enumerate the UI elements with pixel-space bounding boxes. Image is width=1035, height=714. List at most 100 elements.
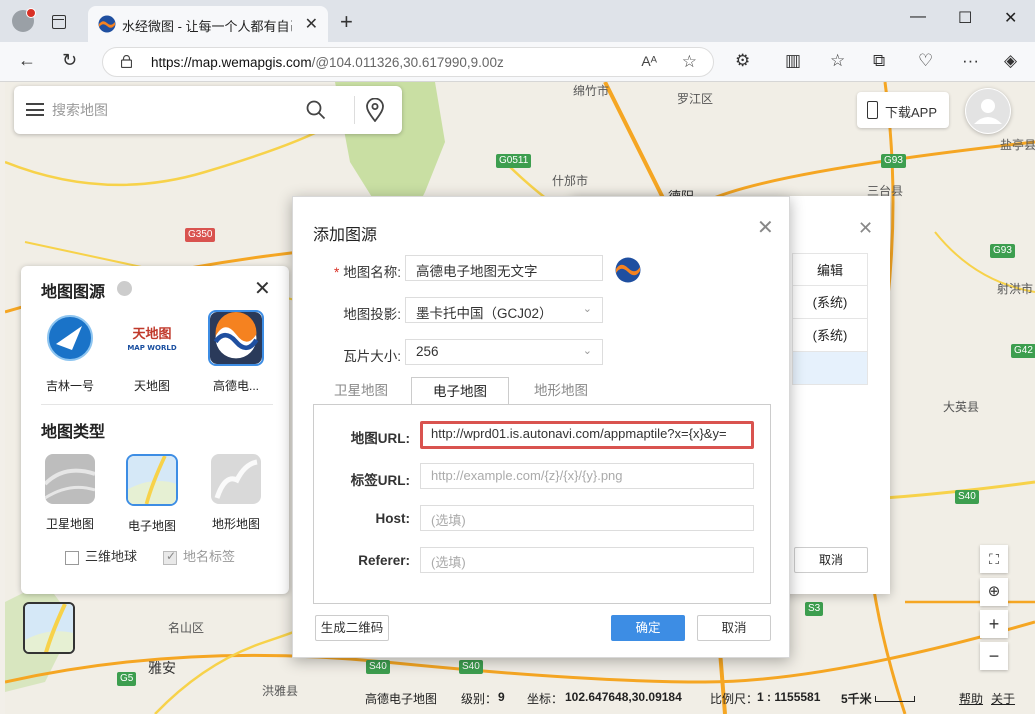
wemap-favicon-icon <box>98 15 116 33</box>
edge-copilot-icon[interactable]: ◈ <box>1004 51 1017 71</box>
browser-tab-bar: 水经微图 - 让每一个人都有自己的 ✕ + — ☐ ✕ <box>0 0 1035 42</box>
tab-satellite[interactable]: 卫星地图 <box>313 377 409 405</box>
projection-select[interactable]: 墨卡托中国（GCJ02） ⌄ <box>405 297 603 323</box>
tianditu-logo-icon: 天地图 MAP WORLD <box>127 326 176 352</box>
favorites-icon[interactable]: ☆ <box>830 51 845 71</box>
checkbox-place-labels[interactable] <box>163 549 177 565</box>
globe-icon <box>117 281 132 296</box>
new-tab-icon[interactable]: + <box>340 9 353 35</box>
table-row[interactable]: (系统) <box>792 319 868 352</box>
map-label: 罗江区 <box>677 92 714 106</box>
road-shield: S40 <box>955 490 979 504</box>
map-type-terrain[interactable]: 地形地图 <box>201 454 271 532</box>
search-icon[interactable] <box>306 100 326 120</box>
tab-electronic[interactable]: 电子地图 <box>411 377 509 405</box>
minimap-thumb-icon <box>25 604 73 652</box>
road-shield: G0511 <box>496 154 532 168</box>
host-label: Host: <box>375 511 411 526</box>
map-label: 雅安 <box>148 660 176 676</box>
place-labels-checkbox[interactable]: 地名标签 <box>163 546 235 565</box>
about-link[interactable]: 关于 <box>991 690 1015 707</box>
map-label: 名山区 <box>168 621 205 635</box>
gaode-logo-icon <box>208 310 264 366</box>
close-icon[interactable]: ✕ <box>254 276 271 301</box>
status-map-name: 高德电子地图 <box>365 692 438 706</box>
source-table: 编辑 (系统) (系统) <box>792 253 868 385</box>
cancel-button[interactable]: 取消 <box>697 615 771 641</box>
browser-tab[interactable]: 水经微图 - 让每一个人都有自己的 ✕ <box>88 6 328 42</box>
map-label: 洪雅县 <box>262 684 299 698</box>
source-jilin1[interactable]: 吉林一号 <box>35 310 105 394</box>
download-app-button[interactable]: 下载APP <box>857 92 949 128</box>
tab-actions-icon[interactable] <box>52 15 66 29</box>
map-type-electronic[interactable]: 电子地图 <box>117 454 187 534</box>
jilin1-logo-icon <box>47 315 93 361</box>
map-type-label: 卫星地图 <box>45 517 94 531</box>
tab-terrain[interactable]: 地形地图 <box>513 377 609 405</box>
more-menu-icon[interactable]: ··· <box>962 51 979 71</box>
generate-qr-button[interactable]: 生成二维码 <box>315 615 389 641</box>
locate-icon[interactable]: ⊕ <box>980 578 1008 606</box>
svg-text:天地图: 天地图 <box>132 326 171 342</box>
status-level-label: 级别： <box>461 692 498 706</box>
menu-icon[interactable] <box>26 103 44 116</box>
source-gaode[interactable]: 高德电... <box>201 310 271 394</box>
table-row[interactable]: (系统) <box>792 286 868 319</box>
chevron-down-icon: ⌄ <box>582 303 592 315</box>
source-label: 吉林一号 <box>45 379 94 393</box>
zoom-in-icon[interactable]: + <box>980 610 1008 638</box>
map-label: 射洪市 <box>997 282 1034 296</box>
back-icon[interactable]: ← <box>18 50 36 71</box>
close-icon[interactable]: ✕ <box>858 218 873 239</box>
tab-close-icon[interactable]: ✕ <box>305 14 318 34</box>
favorite-star-icon[interactable]: ☆ <box>682 52 697 72</box>
globe-3d-label: 三维地球 <box>85 549 138 564</box>
host-input[interactable]: (选填) <box>420 505 754 531</box>
maximize-icon[interactable]: ☐ <box>958 8 972 28</box>
referer-input[interactable]: (选填) <box>420 547 754 573</box>
terrain-thumb-icon <box>211 454 261 504</box>
source-label: 天地图 <box>133 379 170 393</box>
map-label: 绵竹市 <box>573 84 610 98</box>
minimize-icon[interactable]: — <box>910 8 926 26</box>
search-divider <box>354 96 355 124</box>
zoom-out-icon[interactable]: − <box>980 642 1008 670</box>
refresh-icon[interactable]: ↻ <box>62 50 77 71</box>
dialog-title: 添加图源 <box>313 227 378 244</box>
globe-3d-checkbox[interactable]: 三维地球 <box>65 546 137 565</box>
table-header-edit: 编辑 <box>792 253 868 286</box>
close-window-icon[interactable]: ✕ <box>1004 8 1017 28</box>
basemap-switch-thumbnail[interactable] <box>23 602 75 654</box>
map-type-satellite[interactable]: 卫星地图 <box>35 454 105 532</box>
help-link[interactable]: 帮助 <box>959 690 983 707</box>
measure-tool-icon[interactable]: ⛶ <box>980 545 1008 573</box>
map-url-input[interactable]: http://wprd01.is.autonavi.com/appmaptile… <box>420 421 754 449</box>
read-aloud-icon[interactable]: Aᴬ <box>641 53 657 69</box>
browser-essentials-icon[interactable]: ♡ <box>918 51 933 71</box>
search-input[interactable] <box>52 98 292 122</box>
svg-text:MAP WORLD: MAP WORLD <box>127 344 176 352</box>
user-avatar[interactable] <box>965 88 1011 134</box>
projection-value: 墨卡托中国（GCJ02） <box>416 306 553 321</box>
tile-size-select[interactable]: 256 ⌄ <box>405 339 603 365</box>
collections-icon[interactable]: ⧉ <box>873 51 885 71</box>
label-url-input[interactable]: http://example.com/{z}/{x}/{y}.png <box>420 463 754 489</box>
confirm-button[interactable]: 确定 <box>611 615 685 641</box>
tile-size-value: 256 <box>416 344 439 359</box>
map-type-label: 地形地图 <box>211 517 260 531</box>
close-icon[interactable]: ✕ <box>757 215 774 240</box>
table-row-selected[interactable] <box>792 352 868 385</box>
cancel-button[interactable]: 取消 <box>794 547 868 573</box>
profile-icon[interactable] <box>12 8 36 32</box>
location-pin-icon[interactable] <box>364 98 386 122</box>
extensions-icon[interactable]: ⚙ <box>735 51 750 71</box>
map-search-box <box>14 86 402 134</box>
url-field[interactable]: https://map.wemapgis.com/@104.011326,30.… <box>102 47 714 77</box>
status-scale-label: 比例尺： <box>710 692 759 706</box>
status-scale-value: 1 : 1155581 <box>757 690 821 704</box>
split-screen-icon[interactable]: ▥ <box>785 51 801 71</box>
checkbox-3d[interactable] <box>65 550 79 565</box>
map-name-input[interactable]: 高德电子地图无文字 <box>405 255 603 281</box>
source-tianditu[interactable]: 天地图 MAP WORLD 天地图 <box>117 310 187 394</box>
place-labels-label: 地名标签 <box>183 549 236 564</box>
